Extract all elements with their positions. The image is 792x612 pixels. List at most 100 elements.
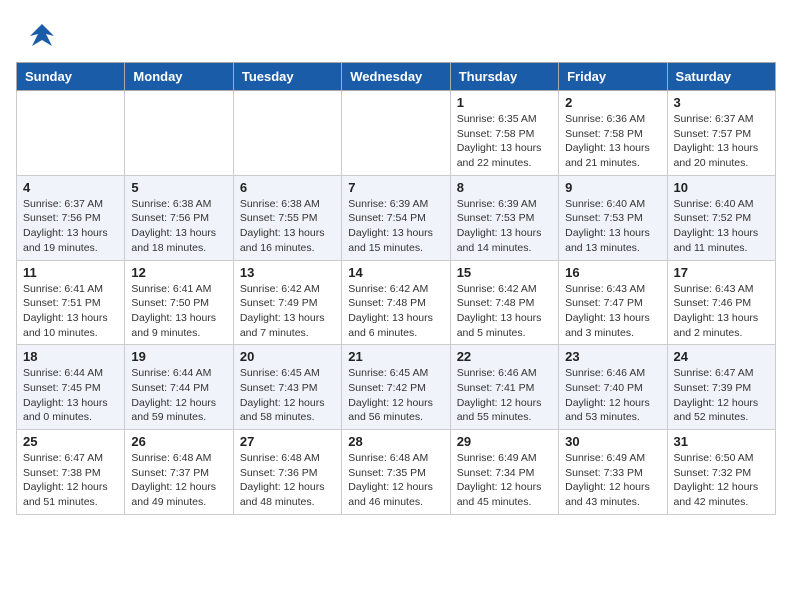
day-number: 21 — [348, 349, 443, 364]
calendar-cell: 19Sunrise: 6:44 AM Sunset: 7:44 PM Dayli… — [125, 345, 233, 430]
day-info: Sunrise: 6:49 AM Sunset: 7:33 PM Dayligh… — [565, 451, 660, 510]
calendar-cell — [342, 91, 450, 176]
day-header-saturday: Saturday — [667, 63, 775, 91]
day-number: 6 — [240, 180, 335, 195]
calendar-cell — [17, 91, 125, 176]
day-info: Sunrise: 6:37 AM Sunset: 7:57 PM Dayligh… — [674, 112, 769, 171]
calendar-cell: 30 Sunrise: 6:49 AM Sunset: 7:33 PM Dayli… — [559, 430, 667, 515]
day-number: 31 — [674, 434, 769, 449]
calendar-cell: 21 Sunrise: 6:45 AM Sunset: 7:42 PM Dayli… — [342, 345, 450, 430]
calendar-cell: 15Sunrise: 6:42 AM Sunset: 7:48 PM Dayli… — [450, 260, 558, 345]
calendar-wrapper: SundayMondayTuesdayWednesdayThursdayFrid… — [0, 62, 792, 523]
day-info: Sunrise: 6:37 AM Sunset: 7:56 PM Dayligh… — [23, 197, 118, 256]
day-info: Sunrise: 6:45 AM Sunset: 7:43 PM Dayligh… — [240, 366, 335, 425]
calendar-cell: 7 Sunrise: 6:39 AM Sunset: 7:54 PM Daylig… — [342, 175, 450, 260]
day-info: Sunrise: 6:44 AM Sunset: 7:45 PM Dayligh… — [23, 366, 118, 425]
day-info: Sunrise: 6:36 AM Sunset: 7:58 PM Dayligh… — [565, 112, 660, 171]
calendar-cell: 20 Sunrise: 6:45 AM Sunset: 7:43 PM Dayli… — [233, 345, 341, 430]
calendar-week-1: 1Sunrise: 6:35 AM Sunset: 7:58 PM Daylig… — [17, 91, 776, 176]
day-number: 27 — [240, 434, 335, 449]
calendar-cell: 31 Sunrise: 6:50 AM Sunset: 7:32 PM Dayli… — [667, 430, 775, 515]
day-info: Sunrise: 6:43 AM Sunset: 7:46 PM Dayligh… — [674, 282, 769, 341]
day-number: 25 — [23, 434, 118, 449]
day-number: 23 — [565, 349, 660, 364]
calendar-cell: 27 Sunrise: 6:48 AM Sunset: 7:36 PM Dayli… — [233, 430, 341, 515]
calendar-cell — [125, 91, 233, 176]
day-number: 19 — [131, 349, 226, 364]
calendar-cell: 12Sunrise: 6:41 AM Sunset: 7:50 PM Dayli… — [125, 260, 233, 345]
calendar-table: SundayMondayTuesdayWednesdayThursdayFrid… — [16, 62, 776, 515]
day-number: 3 — [674, 95, 769, 110]
logo — [24, 18, 64, 54]
day-number: 5 — [131, 180, 226, 195]
day-number: 9 — [565, 180, 660, 195]
calendar-cell — [233, 91, 341, 176]
day-number: 15 — [457, 265, 552, 280]
day-info: Sunrise: 6:38 AM Sunset: 7:56 PM Dayligh… — [131, 197, 226, 256]
calendar-cell: 13 Sunrise: 6:42 AM Sunset: 7:49 PM Dayli… — [233, 260, 341, 345]
calendar-cell: 14 Sunrise: 6:42 AM Sunset: 7:48 PM Dayli… — [342, 260, 450, 345]
day-number: 13 — [240, 265, 335, 280]
calendar-cell: 28 Sunrise: 6:48 AM Sunset: 7:35 PM Dayli… — [342, 430, 450, 515]
day-number: 4 — [23, 180, 118, 195]
calendar-week-5: 25 Sunrise: 6:47 AM Sunset: 7:38 PM Dayli… — [17, 430, 776, 515]
calendar-cell: 4 Sunrise: 6:37 AM Sunset: 7:56 PM Daylig… — [17, 175, 125, 260]
page-header — [0, 0, 792, 62]
calendar-week-3: 11 Sunrise: 6:41 AM Sunset: 7:51 PM Dayli… — [17, 260, 776, 345]
day-number: 28 — [348, 434, 443, 449]
day-info: Sunrise: 6:42 AM Sunset: 7:48 PM Dayligh… — [348, 282, 443, 341]
day-number: 11 — [23, 265, 118, 280]
calendar-cell: 22 Sunrise: 6:46 AM Sunset: 7:41 PM Dayli… — [450, 345, 558, 430]
day-info: Sunrise: 6:39 AM Sunset: 7:54 PM Dayligh… — [348, 197, 443, 256]
calendar-cell: 6 Sunrise: 6:38 AM Sunset: 7:55 PM Daylig… — [233, 175, 341, 260]
calendar-cell: 8 Sunrise: 6:39 AM Sunset: 7:53 PM Daylig… — [450, 175, 558, 260]
day-info: Sunrise: 6:46 AM Sunset: 7:41 PM Dayligh… — [457, 366, 552, 425]
day-number: 2 — [565, 95, 660, 110]
day-number: 14 — [348, 265, 443, 280]
day-info: Sunrise: 6:49 AM Sunset: 7:34 PM Dayligh… — [457, 451, 552, 510]
calendar-cell: 17 Sunrise: 6:43 AM Sunset: 7:46 PM Dayli… — [667, 260, 775, 345]
day-info: Sunrise: 6:40 AM Sunset: 7:53 PM Dayligh… — [565, 197, 660, 256]
calendar-body: 1Sunrise: 6:35 AM Sunset: 7:58 PM Daylig… — [17, 91, 776, 515]
day-info: Sunrise: 6:38 AM Sunset: 7:55 PM Dayligh… — [240, 197, 335, 256]
day-header-thursday: Thursday — [450, 63, 558, 91]
logo-icon — [24, 18, 60, 54]
day-number: 29 — [457, 434, 552, 449]
day-info: Sunrise: 6:43 AM Sunset: 7:47 PM Dayligh… — [565, 282, 660, 341]
calendar-cell: 3 Sunrise: 6:37 AM Sunset: 7:57 PM Daylig… — [667, 91, 775, 176]
day-number: 7 — [348, 180, 443, 195]
day-header-monday: Monday — [125, 63, 233, 91]
day-info: Sunrise: 6:45 AM Sunset: 7:42 PM Dayligh… — [348, 366, 443, 425]
day-number: 24 — [674, 349, 769, 364]
day-info: Sunrise: 6:48 AM Sunset: 7:36 PM Dayligh… — [240, 451, 335, 510]
day-header-wednesday: Wednesday — [342, 63, 450, 91]
calendar-cell: 9 Sunrise: 6:40 AM Sunset: 7:53 PM Daylig… — [559, 175, 667, 260]
calendar-cell: 25 Sunrise: 6:47 AM Sunset: 7:38 PM Dayli… — [17, 430, 125, 515]
day-header-friday: Friday — [559, 63, 667, 91]
day-info: Sunrise: 6:47 AM Sunset: 7:38 PM Dayligh… — [23, 451, 118, 510]
day-number: 22 — [457, 349, 552, 364]
day-info: Sunrise: 6:39 AM Sunset: 7:53 PM Dayligh… — [457, 197, 552, 256]
day-info: Sunrise: 6:40 AM Sunset: 7:52 PM Dayligh… — [674, 197, 769, 256]
day-number: 30 — [565, 434, 660, 449]
day-number: 18 — [23, 349, 118, 364]
calendar-week-2: 4 Sunrise: 6:37 AM Sunset: 7:56 PM Daylig… — [17, 175, 776, 260]
day-header-sunday: Sunday — [17, 63, 125, 91]
day-number: 12 — [131, 265, 226, 280]
calendar-cell: 11 Sunrise: 6:41 AM Sunset: 7:51 PM Dayli… — [17, 260, 125, 345]
calendar-cell: 2 Sunrise: 6:36 AM Sunset: 7:58 PM Daylig… — [559, 91, 667, 176]
day-number: 17 — [674, 265, 769, 280]
calendar-cell: 10Sunrise: 6:40 AM Sunset: 7:52 PM Dayli… — [667, 175, 775, 260]
calendar-header: SundayMondayTuesdayWednesdayThursdayFrid… — [17, 63, 776, 91]
day-info: Sunrise: 6:50 AM Sunset: 7:32 PM Dayligh… — [674, 451, 769, 510]
header-row: SundayMondayTuesdayWednesdayThursdayFrid… — [17, 63, 776, 91]
day-number: 8 — [457, 180, 552, 195]
day-info: Sunrise: 6:42 AM Sunset: 7:49 PM Dayligh… — [240, 282, 335, 341]
day-info: Sunrise: 6:41 AM Sunset: 7:51 PM Dayligh… — [23, 282, 118, 341]
day-info: Sunrise: 6:48 AM Sunset: 7:35 PM Dayligh… — [348, 451, 443, 510]
calendar-cell: 16 Sunrise: 6:43 AM Sunset: 7:47 PM Dayli… — [559, 260, 667, 345]
day-number: 20 — [240, 349, 335, 364]
day-info: Sunrise: 6:46 AM Sunset: 7:40 PM Dayligh… — [565, 366, 660, 425]
day-number: 16 — [565, 265, 660, 280]
day-number: 1 — [457, 95, 552, 110]
